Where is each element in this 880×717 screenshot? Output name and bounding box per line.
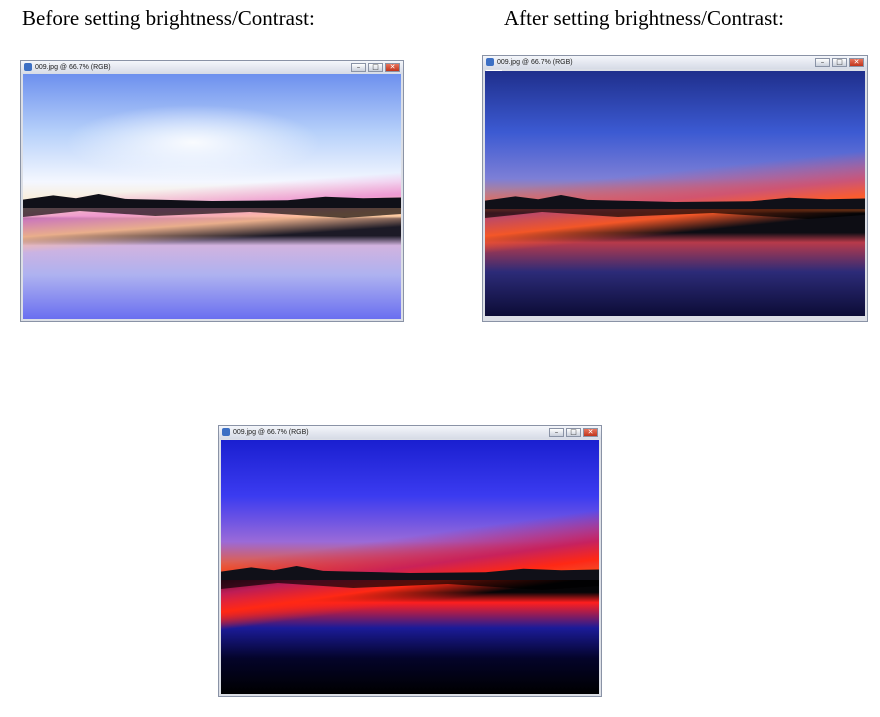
image-window-before: 009.jpg @ 66.7% (RGB) – □ ✕ — [20, 60, 404, 322]
maximize-button[interactable]: □ — [566, 428, 581, 437]
maximize-button[interactable]: □ — [832, 58, 847, 67]
treeline — [221, 566, 599, 580]
window-title: 009.jpg @ 66.7% (RGB) — [233, 429, 309, 436]
window-titlebar[interactable]: 009.jpg @ 66.7% (RGB) – □ ✕ — [483, 56, 867, 69]
photoshop-icon — [486, 58, 494, 66]
window-titlebar[interactable]: 009.jpg @ 66.7% (RGB) – □ ✕ — [21, 61, 403, 74]
minimize-button[interactable]: – — [351, 63, 366, 72]
tree-reflection — [485, 209, 865, 219]
minimize-button[interactable]: – — [549, 428, 564, 437]
before-caption: Before setting brightness/Contrast: — [22, 6, 315, 30]
minimize-button[interactable]: – — [815, 58, 830, 67]
window-title: 009.jpg @ 66.7% (RGB) — [497, 59, 573, 66]
after-caption: After setting brightness/Contrast: — [504, 6, 784, 30]
close-button[interactable]: ✕ — [385, 63, 400, 72]
image-window-after: 009.jpg @ 66.7% (RGB) – □ ✕ — [482, 55, 868, 322]
photoshop-icon — [24, 63, 32, 71]
photoshop-icon — [222, 428, 230, 436]
treeline — [485, 195, 865, 209]
sunset-photo-high-contrast — [221, 440, 599, 694]
close-button[interactable]: ✕ — [583, 428, 598, 437]
close-button[interactable]: ✕ — [849, 58, 864, 67]
treeline — [23, 194, 401, 208]
tree-reflection — [23, 208, 401, 218]
window-titlebar[interactable]: 009.jpg @ 66.7% (RGB) – □ ✕ — [219, 426, 601, 439]
image-window-high-contrast: 009.jpg @ 66.7% (RGB) – □ ✕ — [218, 425, 602, 697]
sunset-photo-after — [485, 71, 865, 316]
window-title: 009.jpg @ 66.7% (RGB) — [35, 64, 111, 71]
sunset-photo-before — [23, 74, 401, 319]
tree-reflection — [221, 580, 599, 590]
maximize-button[interactable]: □ — [368, 63, 383, 72]
